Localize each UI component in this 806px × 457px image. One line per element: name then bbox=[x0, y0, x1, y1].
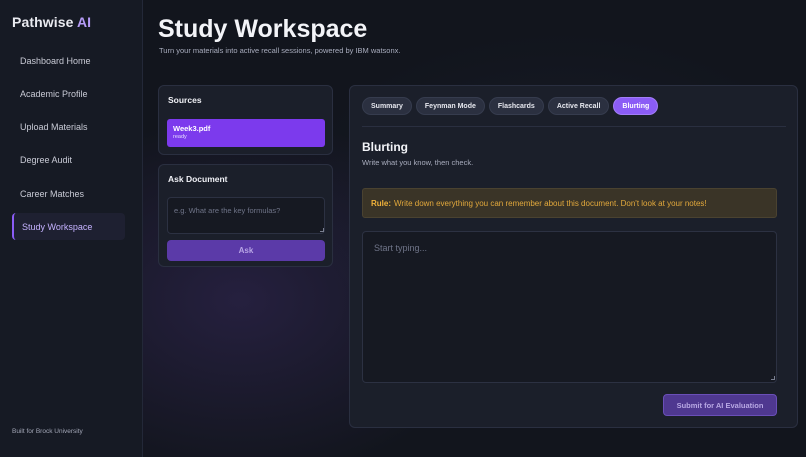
submit-evaluation-button[interactable]: Submit for AI Evaluation bbox=[663, 394, 777, 416]
page-subtitle: Turn your materials into active recall s… bbox=[159, 46, 401, 55]
sidebar-nav: Dashboard Home Academic Profile Upload M… bbox=[12, 47, 125, 247]
workspace-panel: Summary Feynman Mode Flashcards Active R… bbox=[349, 85, 798, 428]
nav-item-academic-profile[interactable]: Academic Profile bbox=[12, 80, 125, 107]
sidebar-footer: Built for Brock University bbox=[12, 428, 83, 435]
nav-item-study-workspace[interactable]: Study Workspace bbox=[12, 213, 125, 241]
rule-text: Write down everything you can remember a… bbox=[394, 198, 707, 208]
rule-label: Rule: bbox=[371, 198, 391, 208]
sources-title: Sources bbox=[168, 95, 202, 105]
page-title: Study Workspace bbox=[158, 15, 368, 43]
workspace-tabs: Summary Feynman Mode Flashcards Active R… bbox=[362, 97, 659, 115]
brand-name: Pathwise bbox=[12, 14, 77, 30]
sidebar: Pathwise AI Dashboard Home Academic Prof… bbox=[0, 0, 143, 457]
nav-item-career-matches[interactable]: Career Matches bbox=[12, 180, 125, 207]
nav-item-degree-audit[interactable]: Degree Audit bbox=[12, 147, 125, 174]
rule-callout: Rule: Write down everything you can reme… bbox=[362, 188, 777, 218]
brand-accent: AI bbox=[76, 14, 92, 30]
ask-document-card: Ask Document Ask bbox=[158, 164, 333, 267]
tab-feynman-mode[interactable]: Feynman Mode bbox=[415, 97, 485, 115]
source-item[interactable]: Week3.pdf ready bbox=[167, 119, 325, 147]
ask-document-title: Ask Document bbox=[168, 174, 228, 184]
tab-summary[interactable]: Summary bbox=[362, 97, 412, 115]
tab-active-recall[interactable]: Active Recall bbox=[547, 97, 610, 115]
blurting-answer-input[interactable] bbox=[362, 231, 777, 383]
sources-card: Sources Week3.pdf ready bbox=[158, 85, 333, 155]
tabs-divider bbox=[362, 126, 786, 127]
section-subtitle: Write what you know, then check. bbox=[362, 158, 474, 167]
tab-flashcards[interactable]: Flashcards bbox=[488, 97, 544, 115]
nav-item-upload-materials[interactable]: Upload Materials bbox=[12, 114, 125, 141]
section-title: Blurting bbox=[362, 140, 408, 154]
ask-button[interactable]: Ask bbox=[167, 240, 325, 261]
brand-logo[interactable]: Pathwise AI bbox=[12, 14, 91, 30]
nav-item-dashboard-home[interactable]: Dashboard Home bbox=[12, 47, 125, 74]
source-status: ready bbox=[173, 134, 187, 140]
ask-document-input[interactable] bbox=[167, 197, 325, 234]
source-file-name: Week3.pdf bbox=[173, 124, 211, 133]
tab-blurting[interactable]: Blurting bbox=[613, 97, 659, 115]
